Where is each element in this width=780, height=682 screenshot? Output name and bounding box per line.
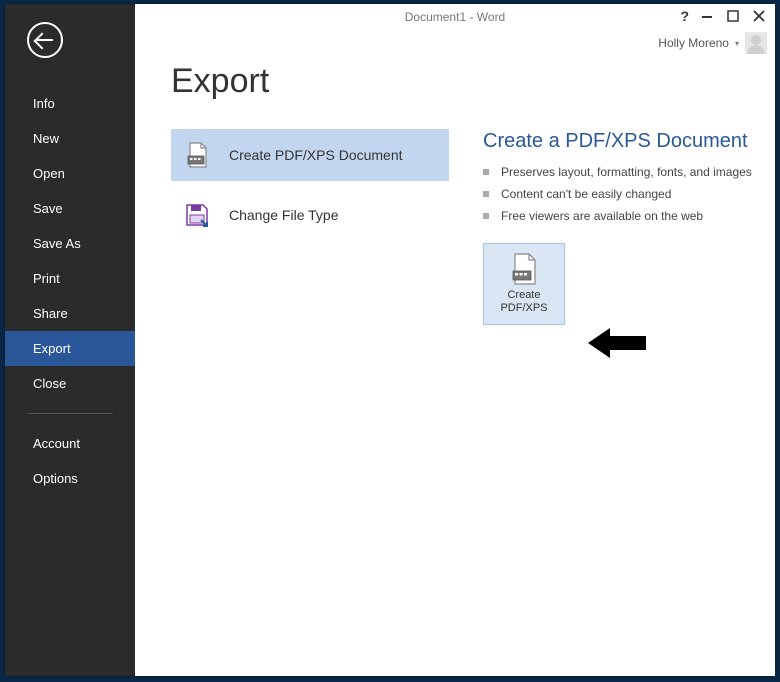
maximize-button[interactable] xyxy=(725,8,741,24)
maximize-icon xyxy=(727,10,739,22)
export-option-label: Change File Type xyxy=(229,207,338,223)
sidebar-item-export[interactable]: Export xyxy=(5,331,135,366)
sidebar-item-save-as[interactable]: Save As xyxy=(5,226,135,261)
sidebar-item-new[interactable]: New xyxy=(5,121,135,156)
pdf-document-icon xyxy=(183,141,211,169)
export-option-label: Create PDF/XPS Document xyxy=(229,147,403,163)
sidebar-item-print[interactable]: Print xyxy=(5,261,135,296)
sidebar-item-account[interactable]: Account xyxy=(5,426,135,461)
user-name: Holly Moreno xyxy=(658,36,729,50)
detail-bullet: Free viewers are available on the web xyxy=(483,208,753,224)
detail-bullets: Preserves layout, formatting, fonts, and… xyxy=(483,164,753,225)
sidebar-item-info[interactable]: Info xyxy=(5,86,135,121)
user-menu[interactable]: Holly Moreno ▾ xyxy=(658,32,767,54)
export-option-create-pdf-xps[interactable]: Create PDF/XPS Document xyxy=(171,129,449,181)
sidebar-divider xyxy=(27,413,113,414)
create-pdf-xps-button-label: Create PDF/XPS xyxy=(500,289,547,314)
sidebar-menu: Info New Open Save Save As Print Share E… xyxy=(5,86,135,496)
page-title: Export xyxy=(171,62,753,101)
app-window: Document1 - Word ? Holly Moreno ▾ Info N… xyxy=(5,4,775,676)
sidebar-item-save[interactable]: Save xyxy=(5,191,135,226)
avatar xyxy=(745,32,767,54)
sidebar-item-close[interactable]: Close xyxy=(5,366,135,401)
content-columns: Create PDF/XPS Document Change File Type xyxy=(171,129,753,325)
backstage-sidebar: Info New Open Save Save As Print Share E… xyxy=(5,4,135,676)
back-button[interactable] xyxy=(27,22,63,58)
sidebar-item-share[interactable]: Share xyxy=(5,296,135,331)
help-button[interactable]: ? xyxy=(680,8,689,24)
back-arrow-icon xyxy=(37,39,53,41)
chevron-down-icon: ▾ xyxy=(735,39,739,48)
title-bar: Document1 - Word ? Holly Moreno ▾ xyxy=(135,4,775,54)
pdf-document-icon xyxy=(510,253,538,285)
export-option-change-file-type[interactable]: Change File Type xyxy=(171,189,449,241)
sidebar-item-open[interactable]: Open xyxy=(5,156,135,191)
window-title: Document1 - Word xyxy=(135,10,775,24)
export-detail-panel: Create a PDF/XPS Document Preserves layo… xyxy=(483,129,753,325)
detail-bullet: Preserves layout, formatting, fonts, and… xyxy=(483,164,753,180)
minimize-button[interactable] xyxy=(699,8,715,24)
close-icon xyxy=(753,10,765,22)
detail-bullet: Content can't be easily changed xyxy=(483,186,753,202)
minimize-icon xyxy=(701,10,713,22)
diskette-icon xyxy=(183,201,211,229)
create-pdf-xps-button[interactable]: Create PDF/XPS xyxy=(483,243,565,325)
main-content: Export Create PDF/XPS D xyxy=(135,4,775,676)
close-button[interactable] xyxy=(751,8,767,24)
detail-title: Create a PDF/XPS Document xyxy=(483,129,753,154)
export-options-list: Create PDF/XPS Document Change File Type xyxy=(171,129,449,325)
sidebar-item-options[interactable]: Options xyxy=(5,461,135,496)
window-controls: ? xyxy=(680,8,767,24)
